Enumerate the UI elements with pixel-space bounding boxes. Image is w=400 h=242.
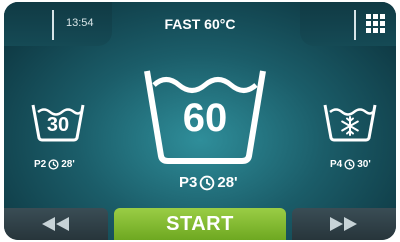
rewind-icon — [42, 217, 69, 231]
top-bar: 13:54 FAST 60°C — [4, 2, 396, 46]
next-program-button[interactable] — [292, 208, 396, 240]
program-temperature: 30 — [46, 114, 70, 136]
clock-icon — [48, 159, 59, 170]
program-duration: 28' — [61, 159, 75, 170]
fast-forward-icon — [330, 217, 357, 231]
start-button[interactable]: START — [114, 208, 286, 240]
program-duration: 28' — [217, 174, 238, 191]
program-info-p3: P3 28' — [179, 174, 238, 191]
program-number: P2 — [34, 159, 47, 170]
previous-program-button[interactable] — [4, 208, 108, 240]
program-info-p4: P4 30' — [330, 159, 371, 170]
program-option-p4[interactable] — [322, 102, 378, 142]
program-title: FAST 60°C — [164, 16, 236, 32]
wash-program-screen: 13:54 FAST 60°C 30 P2 28' 60 P3 28' P4 3… — [4, 2, 396, 240]
snowflake-icon — [341, 116, 359, 136]
clock-icon — [344, 159, 355, 170]
program-duration: 30' — [357, 159, 371, 170]
program-option-p3[interactable]: 60 — [142, 66, 268, 164]
program-number: P3 — [179, 174, 198, 191]
program-number: P4 — [330, 159, 343, 170]
clock-icon — [200, 175, 215, 190]
program-info-p2: P2 28' — [34, 159, 75, 170]
bottom-bar: START — [4, 208, 396, 240]
program-temperature: 60 — [182, 96, 228, 140]
program-option-p2[interactable]: 30 — [30, 102, 86, 142]
grid-menu-icon[interactable] — [366, 14, 386, 34]
